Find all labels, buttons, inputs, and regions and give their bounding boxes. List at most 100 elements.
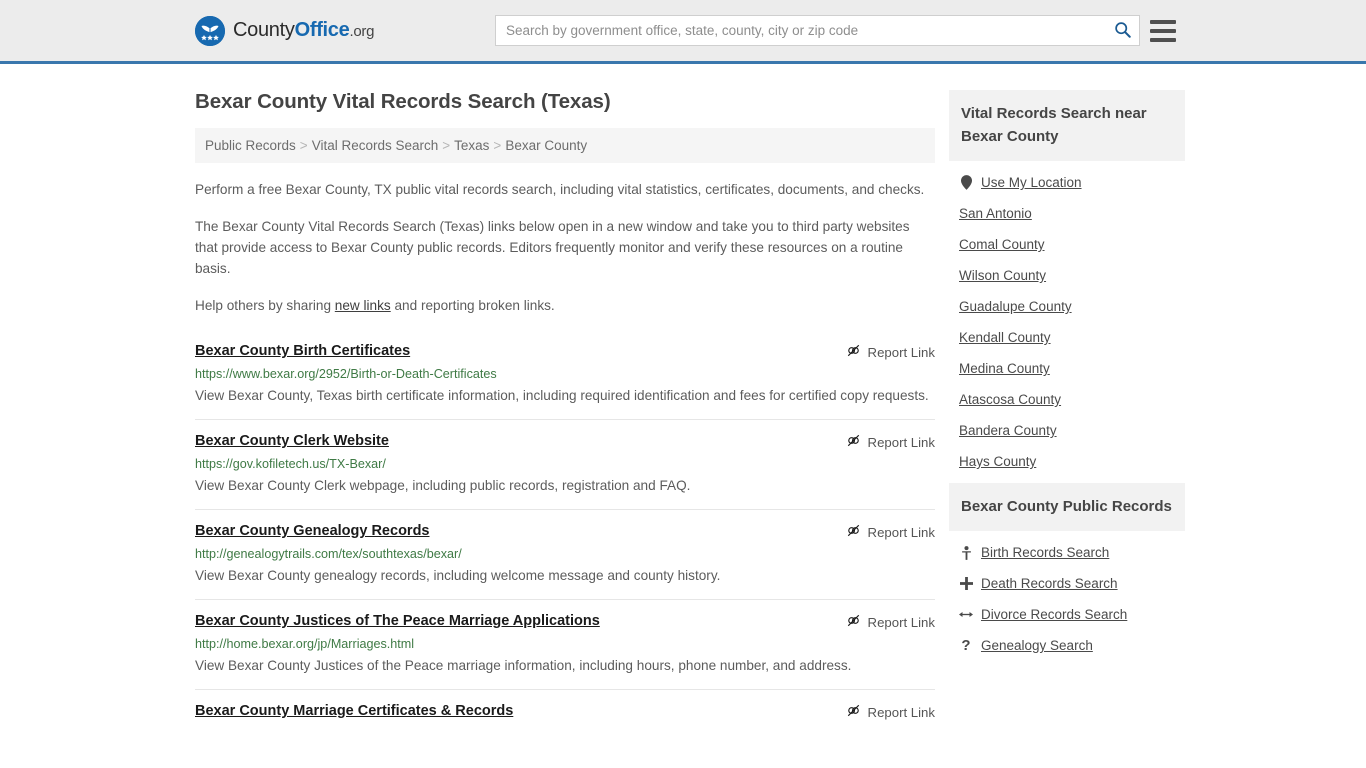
result-url[interactable]: https://www.bexar.org/2952/Birth-or-Deat… [195, 366, 935, 382]
cross-icon [959, 577, 973, 590]
table-row: Bexar County Genealogy Records Report Li… [195, 509, 935, 599]
site-header: CountyOffice.org [0, 0, 1366, 64]
sidebar-item-comal-county[interactable]: Comal County [949, 229, 1185, 260]
result-title-link[interactable]: Bexar County Marriage Certificates & Rec… [195, 702, 513, 721]
broken-link-icon [846, 343, 861, 361]
sidebar-item-hays-county[interactable]: Hays County [949, 446, 1185, 477]
intro-paragraph-2: The Bexar County Vital Records Search (T… [195, 219, 910, 276]
place-link[interactable]: Atascosa County [959, 392, 1061, 407]
result-title-link[interactable]: Bexar County Justices of The Peace Marri… [195, 612, 600, 631]
brand-suffix: .org [349, 23, 375, 40]
site-logo-text: CountyOffice.org [233, 19, 374, 42]
sidebar-item-genealogy-search[interactable]: ? Genealogy Search [949, 630, 1185, 661]
sidebar-nearby-list: Use My Location San Antonio Comal County… [949, 161, 1185, 477]
breadcrumb-item-texas[interactable]: Texas [454, 138, 489, 153]
sidebar-item-guadalupe-county[interactable]: Guadalupe County [949, 291, 1185, 322]
menu-bar-1 [1150, 19, 1176, 24]
result-title-link[interactable]: Bexar County Genealogy Records [195, 522, 430, 541]
result-url[interactable]: http://genealogytrails.com/tex/southtexa… [195, 546, 935, 562]
breadcrumb-separator-3: > [493, 138, 502, 153]
breadcrumb-item-bexar-county[interactable]: Bexar County [505, 138, 587, 153]
record-link[interactable]: Birth Records Search [981, 545, 1109, 560]
report-link-label: Report Link [867, 524, 935, 540]
place-link[interactable]: Bandera County [959, 423, 1057, 438]
menu-bar-2 [1150, 28, 1176, 33]
report-link-label: Report Link [867, 344, 935, 360]
sidebar-item-divorce-records-search[interactable]: Divorce Records Search [949, 599, 1185, 630]
record-link[interactable]: Genealogy Search [981, 638, 1093, 653]
place-link[interactable]: Wilson County [959, 268, 1046, 283]
broken-link-icon [846, 613, 861, 631]
report-link-button[interactable]: Report Link [846, 703, 935, 721]
baby-icon [959, 545, 973, 560]
brand-part2: Office [294, 19, 350, 41]
report-link-button[interactable]: Report Link [846, 343, 935, 361]
sidebar-item-birth-records-search[interactable]: Birth Records Search [949, 537, 1185, 568]
content-container: Bexar County Vital Records Search (Texas… [0, 64, 1366, 732]
report-link-button[interactable]: Report Link [846, 433, 935, 451]
result-title-link[interactable]: Bexar County Clerk Website [195, 432, 389, 451]
intro-paragraph-1: Perform a free Bexar County, TX public v… [195, 182, 925, 197]
report-link-label: Report Link [867, 434, 935, 450]
intro-paragraph-3: Help others by sharing new links and rep… [195, 295, 935, 316]
record-link[interactable]: Death Records Search [981, 576, 1118, 591]
place-link[interactable]: Medina County [959, 361, 1050, 376]
place-link[interactable]: Hays County [959, 454, 1036, 469]
record-link[interactable]: Divorce Records Search [981, 607, 1127, 622]
breadcrumb-separator-2: > [442, 138, 451, 153]
search-icon [1114, 21, 1131, 41]
result-description: View Bexar County, Texas birth certifica… [195, 388, 929, 403]
eagle-shield-logo-icon [195, 15, 225, 46]
main-content: Bexar County Vital Records Search (Texas… [195, 64, 935, 732]
sidebar-nearby-heading: Vital Records Search near Bexar County [949, 90, 1185, 161]
intro-p3-before: Help others by sharing [195, 298, 335, 313]
sidebar: Vital Records Search near Bexar County U… [949, 64, 1185, 667]
menu-bar-3 [1150, 37, 1176, 42]
place-link[interactable]: San Antonio [959, 206, 1032, 221]
use-my-location-link[interactable]: Use My Location [981, 175, 1082, 190]
place-link[interactable]: Comal County [959, 237, 1045, 252]
sidebar-item-san-antonio[interactable]: San Antonio [949, 198, 1185, 229]
table-row: Bexar County Marriage Certificates & Rec… [195, 689, 935, 732]
sidebar-item-wilson-county[interactable]: Wilson County [949, 260, 1185, 291]
results-list: Bexar County Birth Certificates Report L… [195, 338, 935, 732]
sidebar-item-death-records-search[interactable]: Death Records Search [949, 568, 1185, 599]
report-link-button[interactable]: Report Link [846, 523, 935, 541]
sidebar-item-kendall-county[interactable]: Kendall County [949, 322, 1185, 353]
place-link[interactable]: Kendall County [959, 330, 1051, 345]
search-bar [495, 15, 1140, 46]
breadcrumb-item-public-records[interactable]: Public Records [205, 138, 296, 153]
sidebar-item-atascosa-county[interactable]: Atascosa County [949, 384, 1185, 415]
intro-text: Perform a free Bexar County, TX public v… [195, 179, 935, 316]
question-mark-icon: ? [961, 637, 971, 654]
sidebar-item-use-my-location[interactable]: Use My Location [949, 167, 1185, 198]
site-logo[interactable]: CountyOffice.org [195, 15, 374, 46]
broken-link-icon [846, 703, 861, 721]
page-body: Bexar County Vital Records Search (Texas… [0, 64, 1366, 732]
result-url[interactable]: http://home.bexar.org/jp/Marriages.html [195, 636, 935, 652]
table-row: Bexar County Birth Certificates Report L… [195, 338, 935, 419]
sidebar-public-records-block: Bexar County Public Records Birth Record… [949, 483, 1185, 661]
place-link[interactable]: Guadalupe County [959, 299, 1072, 314]
breadcrumb: Public Records > Vital Records Search > Texa… [195, 128, 935, 163]
page-title: Bexar County Vital Records Search (Texas… [195, 90, 611, 113]
broken-link-icon [846, 433, 861, 451]
brand-part1: County [233, 19, 295, 41]
search-button[interactable] [1105, 16, 1139, 45]
intro-p3-after: and reporting broken links. [390, 298, 555, 313]
result-description: View Bexar County Justices of the Peace … [195, 658, 852, 673]
result-url[interactable]: https://gov.kofiletech.us/TX-Bexar/ [195, 456, 935, 472]
report-link-button[interactable]: Report Link [846, 613, 935, 631]
sidebar-public-records-list: Birth Records Search Death Records Searc… [949, 531, 1185, 661]
result-description: View Bexar County Clerk webpage, includi… [195, 478, 691, 493]
table-row: Bexar County Clerk Website Report Link h… [195, 419, 935, 509]
breadcrumb-item-vital-records-search[interactable]: Vital Records Search [312, 138, 439, 153]
table-row: Bexar County Justices of The Peace Marri… [195, 599, 935, 689]
sidebar-item-bandera-county[interactable]: Bandera County [949, 415, 1185, 446]
sidebar-item-medina-county[interactable]: Medina County [949, 353, 1185, 384]
search-input[interactable] [496, 16, 1105, 45]
hamburger-menu-icon[interactable] [1150, 19, 1176, 42]
result-description: View Bexar County genealogy records, inc… [195, 568, 721, 583]
result-title-link[interactable]: Bexar County Birth Certificates [195, 342, 410, 361]
new-links-link[interactable]: new links [335, 298, 391, 313]
